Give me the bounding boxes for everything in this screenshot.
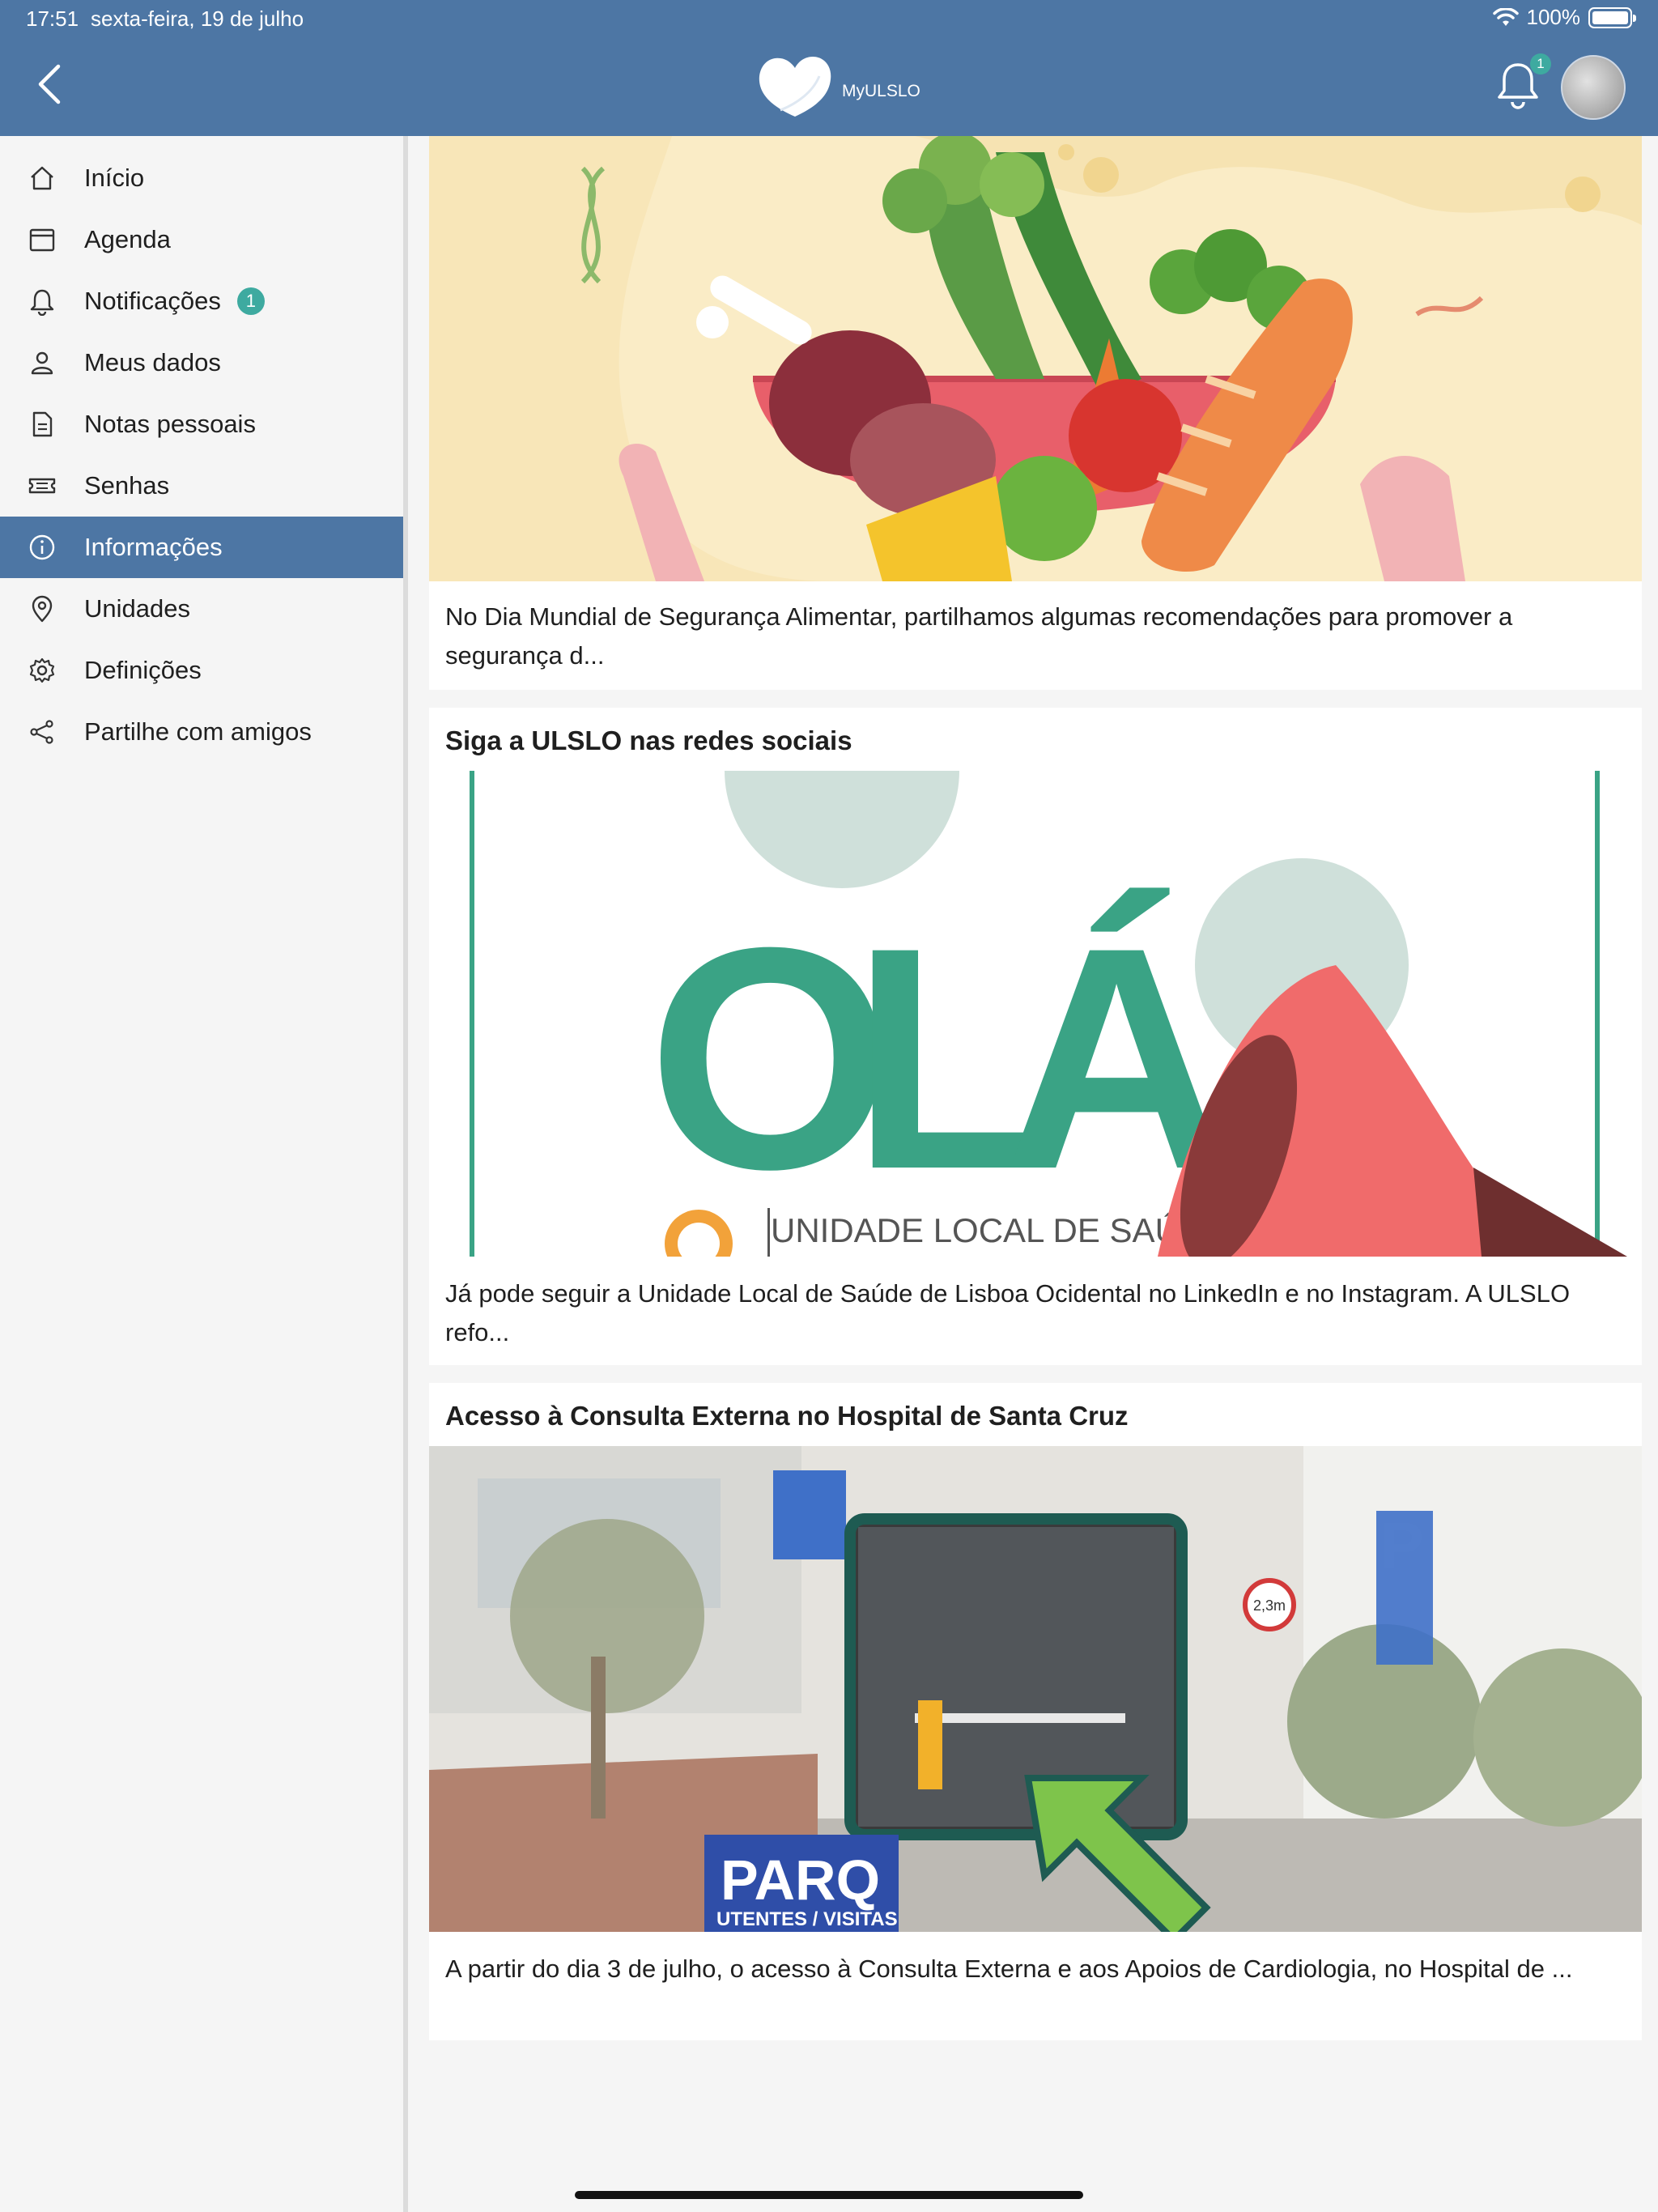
wifi-icon xyxy=(1492,7,1519,26)
sidebar-item-partilhe[interactable]: Partilhe com amigos xyxy=(0,701,403,763)
news-title: Acesso à Consulta Externa no Hospital de… xyxy=(445,1401,1129,1431)
gear-icon xyxy=(29,657,55,683)
ola-illustration: OLÁ UNIDADE LOCAL DE SAÚDE LISBOA OCIDEN… xyxy=(429,771,1642,1257)
news-title: Siga a ULSLO nas redes sociais xyxy=(445,725,852,755)
status-date: sexta-feira, 19 de julho xyxy=(91,6,304,31)
sidebar-item-notificacoes[interactable]: Notificações 1 xyxy=(0,270,403,332)
status-time: 17:51 xyxy=(26,6,79,31)
height-limit: 2,3m xyxy=(1253,1597,1286,1614)
sidebar-item-unidades[interactable]: Unidades xyxy=(0,578,403,640)
status-right: 100% xyxy=(1492,5,1636,30)
parking-wall-text: PARQ xyxy=(721,1848,880,1912)
notifications-badge: 1 xyxy=(236,287,265,315)
app-name: MyULSLO xyxy=(842,82,920,100)
news-image-hospital[interactable]: P 2,3m PARQ UTENTES / VISITAS xyxy=(429,1446,1642,1932)
share-icon xyxy=(30,720,53,744)
location-pin-icon xyxy=(32,595,53,623)
sidebar-item-label: Unidades xyxy=(84,594,190,623)
sidebar-item-label: Notificações xyxy=(84,287,221,315)
notification-badge: 1 xyxy=(1530,53,1551,74)
sidebar-item-label: Início xyxy=(84,164,145,192)
news-card-hospital-access[interactable]: Acesso à Consulta Externa no Hospital de… xyxy=(429,1383,1642,2040)
parking-wall-sub: UTENTES / VISITAS xyxy=(716,1908,898,1930)
note-icon xyxy=(32,411,53,437)
news-summary: No Dia Mundial de Segurança Alimentar, p… xyxy=(445,602,1513,670)
ticket-icon xyxy=(28,478,56,494)
sidebar-item-meus-dados[interactable]: Meus dados xyxy=(0,332,403,393)
sidebar-item-notas-pessoais[interactable]: Notas pessoais xyxy=(0,393,403,455)
info-icon xyxy=(29,534,55,560)
sidebar-item-definicoes[interactable]: Definições xyxy=(0,640,403,701)
news-card-social[interactable]: Siga a ULSLO nas redes sociais OLÁ UNIDA… xyxy=(429,708,1642,1365)
sidebar-item-inicio[interactable]: Início xyxy=(0,147,403,209)
sidebar-item-label: Informações xyxy=(84,533,223,561)
sidebar-item-label: Senhas xyxy=(84,471,170,500)
avatar[interactable] xyxy=(1561,55,1626,120)
sidebar-item-label: Meus dados xyxy=(84,348,221,376)
sidebar-divider xyxy=(403,136,408,2212)
ola-org: UNIDADE LOCAL DE SAÚDE xyxy=(771,1211,1226,1249)
news-image-social[interactable]: OLÁ UNIDADE LOCAL DE SAÚDE LISBOA OCIDEN… xyxy=(429,771,1642,1257)
food-illustration xyxy=(429,136,1642,581)
calendar-icon xyxy=(29,228,55,252)
sidebar: Início Agenda Notificações 1 Meus dados … xyxy=(0,136,403,2212)
bell-icon xyxy=(30,289,54,316)
user-icon xyxy=(31,351,53,375)
home-indicator[interactable] xyxy=(575,2191,1083,2199)
back-icon[interactable] xyxy=(31,62,68,107)
news-image-food[interactable] xyxy=(429,136,1642,581)
news-summary: A partir do dia 3 de julho, o acesso à C… xyxy=(445,1955,1573,1983)
app-logo: MyULSLO xyxy=(756,53,920,120)
news-card-food-safety[interactable]: No Dia Mundial de Segurança Alimentar, p… xyxy=(429,136,1642,690)
ola-org-2: LISBOA OCIDENTAL xyxy=(771,1250,1093,1257)
sidebar-item-senhas[interactable]: Senhas xyxy=(0,455,403,517)
hospital-photo: P 2,3m PARQ UTENTES / VISITAS xyxy=(429,1446,1642,1932)
sidebar-item-informacoes[interactable]: Informações xyxy=(0,517,403,578)
sidebar-item-label: Notas pessoais xyxy=(84,410,256,438)
battery-icon xyxy=(1588,6,1636,28)
battery-percent: 100% xyxy=(1526,5,1581,29)
sidebar-item-label: Definições xyxy=(84,656,202,684)
sidebar-item-label: Partilhe com amigos xyxy=(84,717,312,746)
home-icon xyxy=(31,166,53,190)
news-summary: Já pode seguir a Unidade Local de Saúde … xyxy=(445,1279,1571,1346)
heart-logo-icon xyxy=(759,57,831,117)
ola-headline: OLÁ xyxy=(648,882,1231,1235)
sidebar-item-label: Agenda xyxy=(84,225,171,253)
sidebar-item-agenda[interactable]: Agenda xyxy=(0,209,403,270)
top-bar: 17:51 sexta-feira, 19 de julho 100% MyUL… xyxy=(0,0,1658,136)
